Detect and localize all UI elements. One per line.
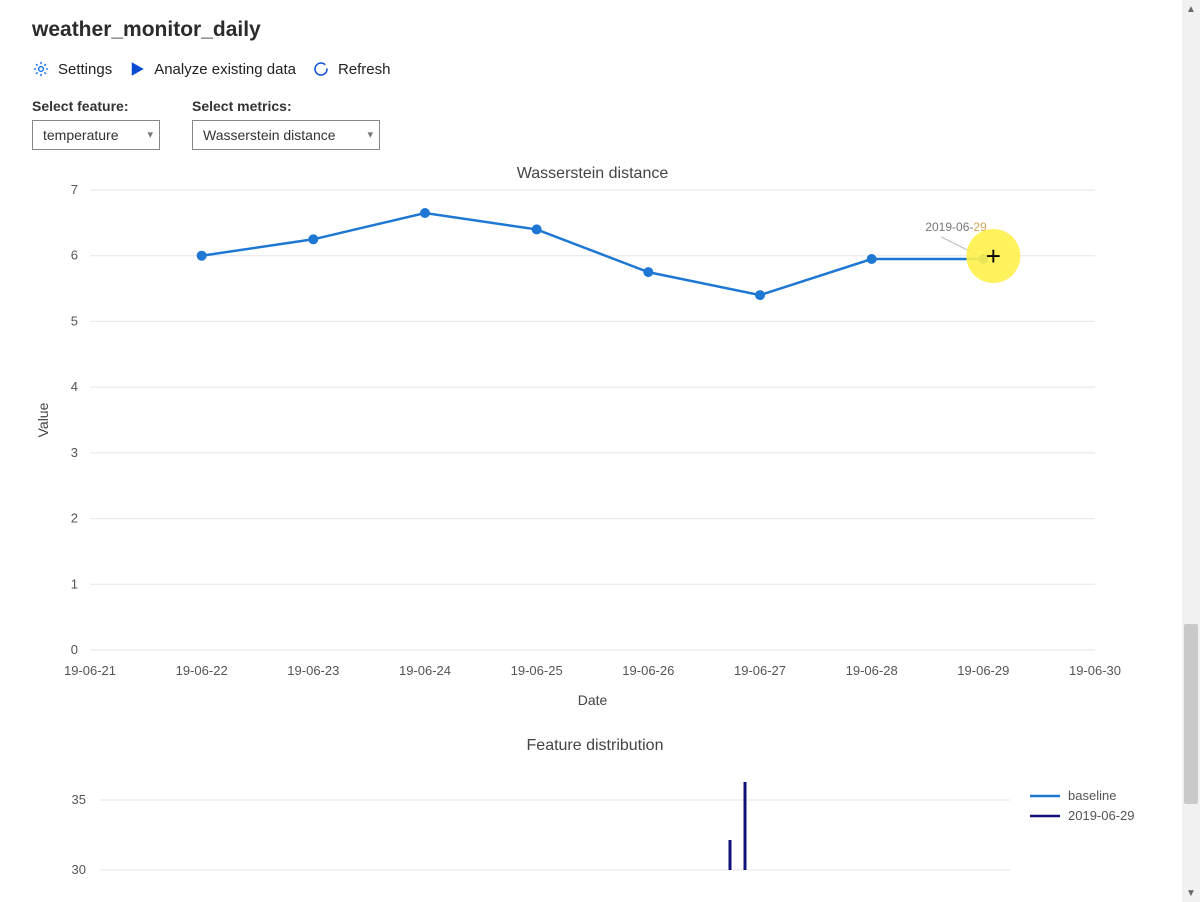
scroll-up-arrow-icon[interactable]: ▲ <box>1182 0 1200 18</box>
chart2-legend: baseline 2019-06-29 <box>1030 788 1135 823</box>
hover-annotation: 2019-06-29 <box>925 220 987 234</box>
svg-text:baseline: baseline <box>1068 788 1116 803</box>
svg-text:19-06-26: 19-06-26 <box>622 663 674 678</box>
y-axis-label: Value <box>35 402 51 437</box>
analyze-label: Analyze existing data <box>154 61 296 78</box>
svg-text:1: 1 <box>71 576 78 591</box>
feature-select-value: temperature <box>43 127 118 143</box>
data-point[interactable] <box>532 224 542 234</box>
svg-text:2019-06-29: 2019-06-29 <box>1068 808 1135 823</box>
svg-text:19-06-24: 19-06-24 <box>399 663 451 678</box>
chevron-down-icon: ▾ <box>147 128 153 141</box>
chart-area: Wasserstein distance 0 1 2 3 4 5 6 7 Value 19-06-2… <box>30 160 1150 880</box>
metrics-select-value: Wasserstein distance <box>203 127 336 143</box>
vertical-scrollbar[interactable]: ▲ ▼ <box>1182 0 1200 902</box>
data-point[interactable] <box>867 254 877 264</box>
cursor-plus-icon: + <box>986 241 1001 271</box>
svg-text:7: 7 <box>71 182 78 197</box>
svg-text:2: 2 <box>71 511 78 526</box>
svg-text:6: 6 <box>71 248 78 263</box>
data-point[interactable] <box>308 234 318 244</box>
chart-title: Wasserstein distance <box>517 165 669 182</box>
line-series[interactable] <box>202 213 984 295</box>
svg-text:3: 3 <box>71 445 78 460</box>
settings-button[interactable]: Settings <box>32 60 112 78</box>
scrollbar-thumb[interactable] <box>1184 624 1198 804</box>
data-point[interactable] <box>643 267 653 277</box>
svg-text:5: 5 <box>71 313 78 328</box>
feature-select[interactable]: temperature ▾ <box>32 120 160 150</box>
chevron-down-icon: ▾ <box>367 128 373 141</box>
svg-text:30: 30 <box>72 862 86 877</box>
x-axis-label: Date <box>578 692 608 708</box>
analyze-button[interactable]: Analyze existing data <box>128 60 296 78</box>
settings-label: Settings <box>58 61 112 78</box>
svg-text:19-06-27: 19-06-27 <box>734 663 786 678</box>
chart2-title: Feature distribution <box>527 737 664 754</box>
data-point[interactable] <box>420 208 430 218</box>
metrics-select-label: Select metrics: <box>192 98 380 114</box>
refresh-button[interactable]: Refresh <box>312 60 391 78</box>
refresh-icon <box>312 60 330 78</box>
play-icon <box>128 60 146 78</box>
charts-svg[interactable]: Wasserstein distance 0 1 2 3 4 5 6 7 Value 19-06-2… <box>30 160 1160 880</box>
svg-text:19-06-25: 19-06-25 <box>511 663 563 678</box>
data-point[interactable] <box>197 251 207 261</box>
metrics-select[interactable]: Wasserstein distance ▾ <box>192 120 380 150</box>
svg-text:0: 0 <box>71 642 78 657</box>
scrollbar-track[interactable] <box>1182 18 1200 884</box>
scroll-down-arrow-icon[interactable]: ▼ <box>1182 884 1200 902</box>
svg-text:19-06-23: 19-06-23 <box>287 663 339 678</box>
svg-text:19-06-21: 19-06-21 <box>64 663 116 678</box>
toolbar: Settings Analyze existing data Refresh <box>0 50 1180 88</box>
svg-text:19-06-29: 19-06-29 <box>957 663 1009 678</box>
page-title: weather_monitor_daily <box>0 0 1180 50</box>
svg-text:19-06-30: 19-06-30 <box>1069 663 1121 678</box>
svg-text:4: 4 <box>71 379 78 394</box>
svg-text:19-06-28: 19-06-28 <box>846 663 898 678</box>
data-point[interactable] <box>755 290 765 300</box>
svg-text:19-06-22: 19-06-22 <box>176 663 228 678</box>
selectors: Select feature: temperature ▾ Select met… <box>0 88 1180 160</box>
svg-text:35: 35 <box>72 792 86 807</box>
feature-select-label: Select feature: <box>32 98 160 114</box>
refresh-label: Refresh <box>338 61 391 78</box>
gear-icon <box>32 60 50 78</box>
